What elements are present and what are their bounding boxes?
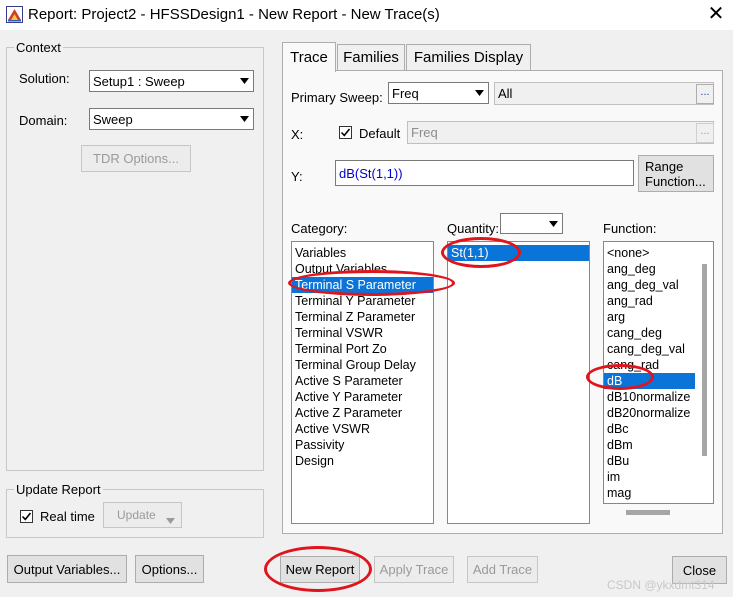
y-label: Y: — [291, 169, 303, 184]
update-report-legend: Update Report — [14, 482, 103, 497]
function-list-horizontal-scrollbar[interactable] — [626, 510, 670, 515]
function-list-vertical-scrollbar[interactable] — [702, 264, 707, 456]
default-label: Default — [359, 126, 401, 141]
category-list[interactable]: Variables Output Variables Terminal S Pa… — [291, 241, 434, 524]
primary-sweep-ellipsis-button[interactable]: ... — [696, 84, 714, 104]
new-report-button[interactable]: New Report — [280, 556, 360, 583]
apply-trace-button[interactable]: Apply Trace — [374, 556, 454, 583]
function-list[interactable]: <none> ang_deg ang_deg_val ang_rad arg c… — [603, 241, 714, 504]
realtime-label: Real time — [40, 509, 95, 524]
realtime-checkbox[interactable] — [20, 510, 33, 523]
tab-trace[interactable]: Trace — [282, 42, 336, 72]
list-item[interactable]: Terminal VSWR — [292, 325, 433, 341]
x-label: X: — [291, 127, 304, 142]
quantity-filter-select[interactable] — [500, 213, 563, 234]
list-item[interactable]: ang_deg_val — [604, 277, 695, 293]
category-label: Category: — [291, 221, 348, 236]
primary-sweep-range-field[interactable]: All — [494, 82, 714, 105]
context-legend: Context — [14, 40, 63, 55]
list-item[interactable]: mag — [604, 485, 695, 501]
list-item[interactable]: cang_rad — [604, 357, 695, 373]
list-item[interactable]: dBu — [604, 453, 695, 469]
range-function-button[interactable]: Range Function... — [638, 155, 714, 192]
list-item[interactable]: Terminal Group Delay — [292, 357, 433, 373]
update-button[interactable]: Update — [103, 502, 182, 528]
list-item[interactable]: Output Variables — [292, 261, 433, 277]
list-item[interactable]: St(1,1) — [448, 245, 589, 261]
watermark: CSDN @ykxdmt314 — [607, 578, 715, 592]
list-item[interactable]: Terminal Y Parameter — [292, 293, 433, 309]
quantity-label: Quantity: — [447, 221, 500, 236]
list-item[interactable]: Design — [292, 453, 433, 469]
primary-sweep-value: Freq — [392, 85, 419, 101]
primary-sweep-label: Primary Sweep: — [291, 90, 383, 105]
y-expression-value: dB(St(1,1)) — [339, 165, 403, 181]
list-item[interactable]: Active S Parameter — [292, 373, 433, 389]
x-value: Freq — [411, 125, 438, 140]
list-item[interactable]: ang_rad — [604, 293, 695, 309]
tab-families-display[interactable]: Families Display — [406, 44, 531, 70]
list-item[interactable]: ang_deg — [604, 261, 695, 277]
list-item[interactable]: Terminal Z Parameter — [292, 309, 433, 325]
options-button[interactable]: Options... — [135, 555, 204, 583]
solution-label: Solution: — [19, 71, 70, 86]
title-bar: Report: Project2 - HFSSDesign1 - New Rep… — [0, 0, 733, 30]
list-item[interactable]: dBc — [604, 421, 695, 437]
quantity-list[interactable]: St(1,1) — [447, 241, 590, 524]
y-expression-input[interactable]: dB(St(1,1)) — [335, 160, 634, 186]
range-function-line1: Range — [645, 158, 684, 174]
list-item[interactable]: cang_deg_val — [604, 341, 695, 357]
app-icon — [6, 6, 23, 23]
list-item[interactable]: dB10normalize — [604, 389, 695, 405]
default-checkbox[interactable] — [339, 126, 352, 139]
list-item[interactable]: Active VSWR — [292, 421, 433, 437]
output-variables-button[interactable]: Output Variables... — [7, 555, 127, 583]
dropdown-arrow-icon — [166, 512, 175, 527]
range-function-line2: Function... — [645, 173, 706, 189]
function-label: Function: — [603, 221, 657, 236]
close-window-icon[interactable]: ✕ — [703, 1, 729, 27]
update-button-label: Update — [117, 508, 156, 522]
list-item[interactable]: dB — [604, 373, 695, 389]
list-item[interactable]: Variables — [292, 245, 433, 261]
primary-sweep-range-value: All — [498, 86, 513, 101]
list-item[interactable]: arg — [604, 309, 695, 325]
tab-families[interactable]: Families — [337, 44, 405, 70]
solution-select[interactable]: Setup1 : Sweep — [89, 70, 254, 92]
domain-select[interactable]: Sweep — [89, 108, 254, 130]
chevron-down-icon — [236, 109, 253, 129]
add-trace-button[interactable]: Add Trace — [467, 556, 538, 583]
list-item[interactable]: im — [604, 469, 695, 485]
solution-value: Setup1 : Sweep — [93, 73, 185, 89]
list-item[interactable]: Passivity — [292, 437, 433, 453]
window-title: Report: Project2 - HFSSDesign1 - New Rep… — [28, 6, 440, 23]
list-item[interactable]: dBm — [604, 437, 695, 453]
list-item[interactable]: Terminal S Parameter — [292, 277, 433, 293]
list-item[interactable]: Active Y Parameter — [292, 389, 433, 405]
chevron-down-icon — [236, 71, 253, 91]
list-item[interactable]: cang_deg — [604, 325, 695, 341]
x-ellipsis-button[interactable]: ... — [696, 123, 714, 143]
primary-sweep-select[interactable]: Freq — [388, 82, 489, 104]
list-item[interactable]: dB20normalize — [604, 405, 695, 421]
tdr-options-button[interactable]: TDR Options... — [81, 145, 191, 172]
x-field[interactable]: Freq — [407, 121, 714, 144]
chevron-down-icon — [545, 214, 562, 233]
domain-value: Sweep — [93, 111, 133, 127]
list-item[interactable]: Terminal Port Zo — [292, 341, 433, 357]
list-item[interactable]: <none> — [604, 245, 695, 261]
list-item[interactable]: Active Z Parameter — [292, 405, 433, 421]
domain-label: Domain: — [19, 113, 68, 128]
chevron-down-icon — [471, 83, 488, 103]
